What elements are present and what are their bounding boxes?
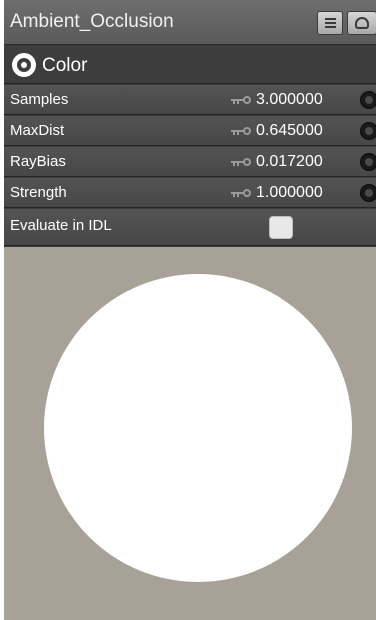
preview-toggle-button[interactable] [347, 11, 376, 35]
param-label: MaxDist [10, 122, 65, 139]
preview-sphere [44, 274, 352, 582]
input-connector-icon[interactable] [360, 122, 376, 140]
evaluate-label: Evaluate in IDL [10, 217, 112, 234]
keyframe-icon[interactable] [231, 158, 251, 167]
node-title-bar[interactable]: Ambient_Occlusion [4, 0, 376, 45]
param-row-strength[interactable]: Strength 1.000000 [4, 178, 376, 208]
param-value-field[interactable]: 0.017200 [256, 153, 323, 171]
input-connector-icon[interactable] [360, 153, 376, 171]
param-row-maxdist[interactable]: MaxDist 0.645000 [4, 116, 376, 146]
preview-icon [355, 17, 369, 29]
input-connector-icon[interactable] [360, 184, 376, 202]
param-label: Samples [10, 91, 69, 108]
input-connector-icon[interactable] [360, 91, 376, 109]
list-button[interactable] [317, 11, 343, 35]
keyframe-icon[interactable] [231, 127, 251, 136]
keyframe-icon[interactable] [231, 189, 251, 198]
param-row-raybias[interactable]: RayBias 0.017200 [4, 147, 376, 177]
keyframe-icon[interactable] [231, 96, 251, 105]
param-label: RayBias [10, 153, 66, 170]
evaluate-in-idl-row[interactable]: Evaluate in IDL [4, 209, 376, 246]
evaluate-in-idl-checkbox[interactable] [269, 216, 293, 239]
output-socket-icon[interactable] [12, 53, 36, 77]
param-value-field[interactable]: 3.000000 [256, 91, 323, 109]
output-label: Color [42, 55, 88, 76]
output-color-row[interactable]: Color [4, 46, 376, 84]
shader-node-panel: Ambient_Occlusion Color Samples 3.000000… [4, 0, 376, 620]
param-label: Strength [10, 184, 67, 201]
param-value-field[interactable]: 0.645000 [256, 122, 323, 140]
param-row-samples[interactable]: Samples 3.000000 [4, 85, 376, 115]
material-preview [4, 247, 376, 620]
node-title: Ambient_Occlusion [10, 11, 174, 32]
param-value-field[interactable]: 1.000000 [256, 184, 323, 202]
